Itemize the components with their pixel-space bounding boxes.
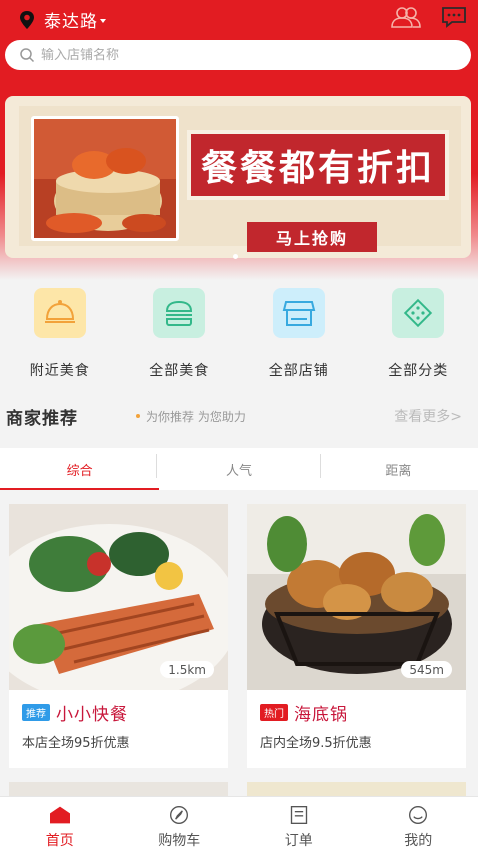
grid-icon bbox=[392, 288, 445, 338]
location-selector[interactable]: 泰达路 bbox=[18, 7, 106, 32]
hot-badge: 热门 bbox=[260, 704, 288, 721]
tab-comprehensive[interactable]: 综合 bbox=[0, 448, 160, 490]
crab-illustration bbox=[34, 119, 176, 238]
burger-icon bbox=[153, 288, 206, 338]
home-icon bbox=[49, 806, 70, 824]
promo-text: 本店全场95折优惠 bbox=[22, 736, 130, 751]
category-all-categories[interactable]: 全部分类 bbox=[359, 288, 478, 384]
tab-popularity[interactable]: 人气 bbox=[159, 448, 318, 490]
tabbar-cart[interactable]: 购物车 bbox=[120, 797, 240, 850]
top-bar: 泰达路 bbox=[0, 0, 478, 36]
category-label: 全部店铺 bbox=[268, 363, 329, 379]
banner-slogan: 餐餐都有折扣 bbox=[187, 130, 449, 200]
category-all-shops[interactable]: 全部店铺 bbox=[239, 288, 359, 384]
tab-divider bbox=[156, 454, 157, 478]
category-label: 全部分类 bbox=[388, 363, 449, 379]
location-pin-icon bbox=[20, 10, 34, 29]
section-title: 商家推荐 bbox=[6, 409, 78, 429]
tab-divider bbox=[320, 454, 321, 478]
shop-name: 小小快餐 bbox=[56, 705, 128, 725]
cloche-icon bbox=[33, 288, 86, 338]
shop-name: 海底锅 bbox=[294, 705, 348, 725]
tabbar-label: 购物车 bbox=[158, 833, 201, 849]
tabbar-label: 我的 bbox=[404, 833, 433, 849]
chevron-down-icon bbox=[100, 18, 106, 23]
shop-list: 1.5km 推荐 小小快餐 本店全场95折优惠 545m 热门 海底锅 店内全场… bbox=[0, 490, 478, 800]
buy-now-button[interactable]: 马上抢购 bbox=[247, 222, 377, 252]
recommend-header: 商家推荐 为你推荐 为您助力 查看更多> bbox=[0, 400, 478, 430]
compass-icon bbox=[170, 806, 189, 824]
location-name: 泰达路 bbox=[44, 12, 98, 32]
store-icon bbox=[272, 288, 325, 338]
search-icon bbox=[20, 48, 35, 63]
tabbar-label: 订单 bbox=[284, 833, 313, 849]
message-icon[interactable] bbox=[440, 5, 468, 29]
category-all-food[interactable]: 全部美食 bbox=[120, 288, 240, 384]
shop-card[interactable]: 1.5km 推荐 小小快餐 本店全场95折优惠 bbox=[9, 504, 228, 768]
shop-card[interactable]: 545m 热门 海底锅 店内全场9.5折优惠 bbox=[247, 504, 466, 768]
users-icon[interactable] bbox=[388, 5, 424, 29]
crab-steamer-image bbox=[31, 116, 179, 241]
tab-distance[interactable]: 距离 bbox=[319, 448, 478, 490]
bottom-tab-bar: 首页 购物车 订单 我的 bbox=[0, 796, 478, 850]
category-label: 附近美食 bbox=[29, 363, 90, 379]
category-nav: 附近美食 全部美食 全部店铺 全部分类 bbox=[0, 288, 478, 384]
distance-badge: 1.5km bbox=[160, 661, 214, 678]
search-bar[interactable] bbox=[5, 40, 471, 70]
bullet-dot bbox=[136, 414, 140, 418]
category-nearby-food[interactable]: 附近美食 bbox=[0, 288, 120, 384]
distance-badge: 545m bbox=[401, 661, 452, 678]
tabbar-home[interactable]: 首页 bbox=[0, 797, 120, 850]
tabbar-label: 首页 bbox=[45, 833, 74, 849]
promo-banner[interactable]: 餐餐都有折扣 马上抢购 bbox=[5, 96, 471, 258]
profile-icon bbox=[409, 806, 428, 824]
banner-indicator-dot[interactable] bbox=[233, 254, 238, 259]
order-icon bbox=[290, 806, 307, 824]
category-label: 全部美食 bbox=[149, 363, 210, 379]
see-more-link[interactable]: 查看更多> bbox=[394, 406, 462, 426]
tabbar-profile[interactable]: 我的 bbox=[359, 797, 478, 850]
sort-tabs: 综合 人气 距离 bbox=[0, 448, 478, 490]
search-input[interactable] bbox=[41, 47, 421, 63]
section-subtitle: 为你推荐 为您助力 bbox=[146, 410, 246, 424]
grilled-salmon-photo: 1.5km bbox=[9, 504, 228, 690]
tabbar-orders[interactable]: 订单 bbox=[239, 797, 359, 850]
recommended-badge: 推荐 bbox=[22, 704, 50, 721]
banner-frame: 餐餐都有折扣 马上抢购 bbox=[19, 106, 461, 252]
promo-text: 店内全场9.5折优惠 bbox=[260, 736, 372, 751]
fried-chicken-photo: 545m bbox=[247, 504, 466, 690]
